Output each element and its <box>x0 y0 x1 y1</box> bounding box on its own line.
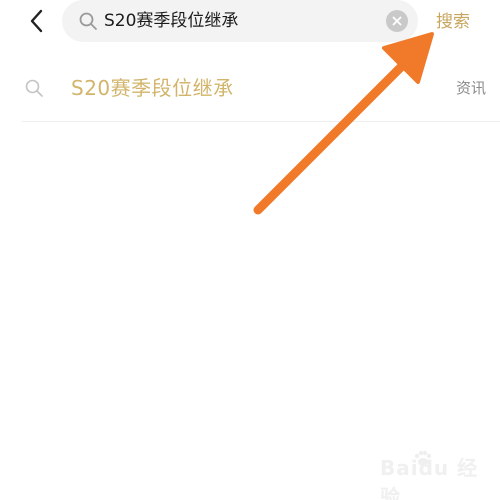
close-icon <box>392 16 402 26</box>
clear-search-button[interactable] <box>386 10 408 32</box>
chevron-left-icon <box>30 9 43 33</box>
divider <box>22 121 500 122</box>
search-page: 搜索 S20赛季段位继承 资讯 Baidu 经验 <box>0 0 500 500</box>
search-icon <box>25 79 43 97</box>
watermark-text: Baidu 经验 <box>380 456 479 500</box>
suggestion-text: S20赛季段位继承 <box>71 76 234 100</box>
search-button[interactable]: 搜索 <box>436 8 470 36</box>
search-icon <box>79 12 97 30</box>
back-button[interactable] <box>22 6 50 36</box>
suggestion-category-tag: 资讯 <box>455 79 486 97</box>
baidu-watermark: Baidu 经验 <box>360 446 480 500</box>
search-box[interactable] <box>62 0 418 42</box>
search-input[interactable] <box>104 0 384 42</box>
search-header: 搜索 <box>0 0 500 44</box>
suggestion-item[interactable]: S20赛季段位继承 资讯 <box>22 66 500 116</box>
